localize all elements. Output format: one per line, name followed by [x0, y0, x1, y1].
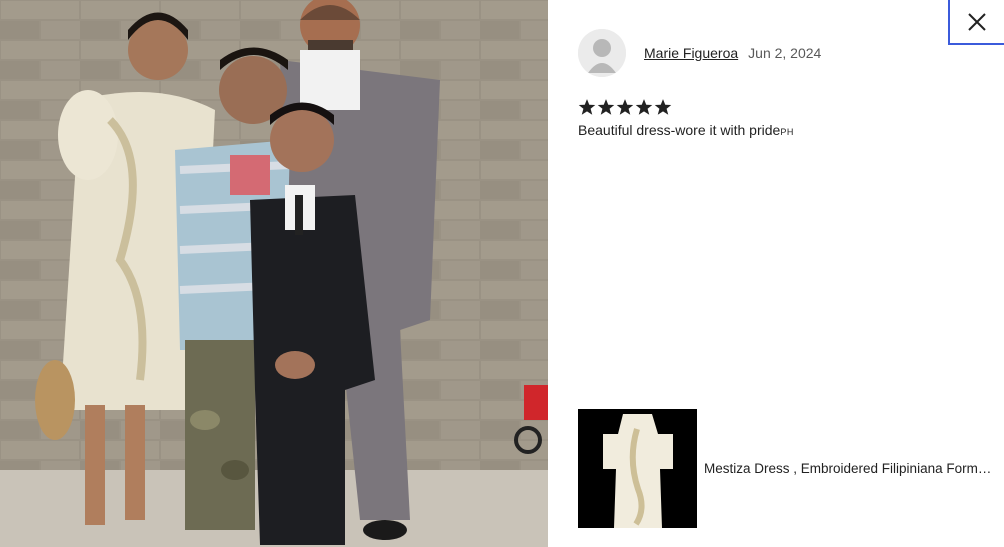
- star-icon: [578, 99, 596, 115]
- dress-icon: [578, 409, 697, 528]
- reviewer-name-link[interactable]: Marie Figueroa: [644, 45, 738, 61]
- review-text-suffix: PH: [780, 127, 794, 137]
- star-icon: [635, 99, 653, 115]
- review-date: Jun 2, 2024: [748, 45, 822, 61]
- product-link[interactable]: Mestiza Dress , Embroidered Filipiniana …: [578, 409, 998, 528]
- avatar: [578, 29, 626, 77]
- star-icon: [654, 99, 672, 115]
- star-icon: [597, 99, 615, 115]
- review-text-main: Beautiful dress-wore it with pride: [578, 122, 781, 138]
- star-icon: [616, 99, 634, 115]
- product-title[interactable]: Mestiza Dress , Embroidered Filipiniana …: [704, 461, 996, 476]
- review-photo: [0, 0, 548, 547]
- review-text: Beautiful dress-wore it with pridePH: [578, 122, 988, 138]
- review-details: Marie Figueroa Jun 2, 2024 Beautiful dre…: [578, 28, 988, 138]
- reviewer-row: Marie Figueroa Jun 2, 2024: [578, 28, 988, 78]
- star-rating: [578, 98, 988, 118]
- product-thumbnail[interactable]: [578, 409, 697, 528]
- family-photo-icon: [0, 0, 548, 547]
- user-avatar-icon: [578, 29, 626, 77]
